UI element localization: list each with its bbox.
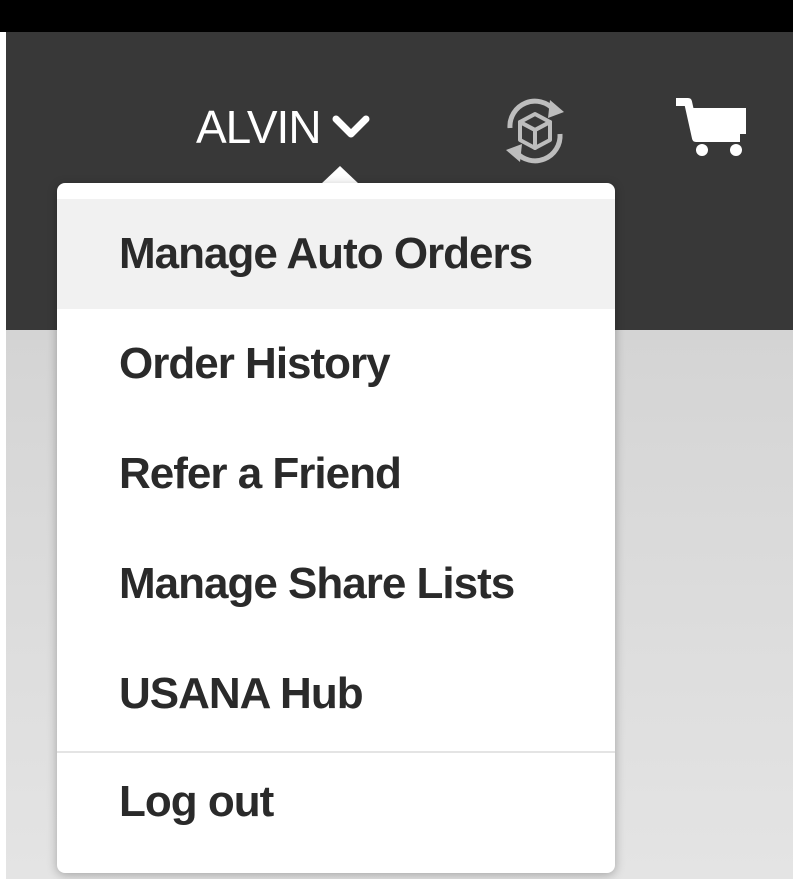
user-dropdown-menu: Manage Auto Orders Order History Refer a…	[57, 183, 615, 873]
menu-item-label: Log out	[119, 777, 274, 826]
menu-item-manage-auto-orders[interactable]: Manage Auto Orders	[57, 199, 615, 309]
shopping-cart-icon	[674, 98, 750, 164]
top-strip	[0, 0, 793, 32]
menu-item-manage-share-lists[interactable]: Manage Share Lists	[57, 529, 615, 639]
menu-item-label: Manage Auto Orders	[119, 229, 533, 278]
menu-item-refer-a-friend[interactable]: Refer a Friend	[57, 419, 615, 529]
menu-item-label: Order History	[119, 339, 391, 388]
auto-order-sync-icon	[496, 98, 574, 172]
menu-item-usana-hub[interactable]: USANA Hub	[57, 639, 615, 749]
chevron-down-icon	[331, 113, 371, 141]
menu-item-label: Refer a Friend	[119, 449, 402, 498]
dropdown-caret	[321, 166, 359, 184]
menu-item-label: Manage Share Lists	[119, 559, 515, 608]
cart-button[interactable]	[674, 96, 750, 160]
user-menu-toggle[interactable]: ALVIN	[196, 92, 371, 162]
auto-order-button[interactable]	[496, 94, 574, 168]
menu-item-label: USANA Hub	[119, 669, 364, 718]
menu-item-order-history[interactable]: Order History	[57, 309, 615, 419]
app-frame: ALVIN Manage Auto Orders Order History R…	[0, 0, 793, 879]
menu-item-log-out[interactable]: Log out	[57, 747, 615, 857]
user-name: ALVIN	[196, 101, 322, 153]
